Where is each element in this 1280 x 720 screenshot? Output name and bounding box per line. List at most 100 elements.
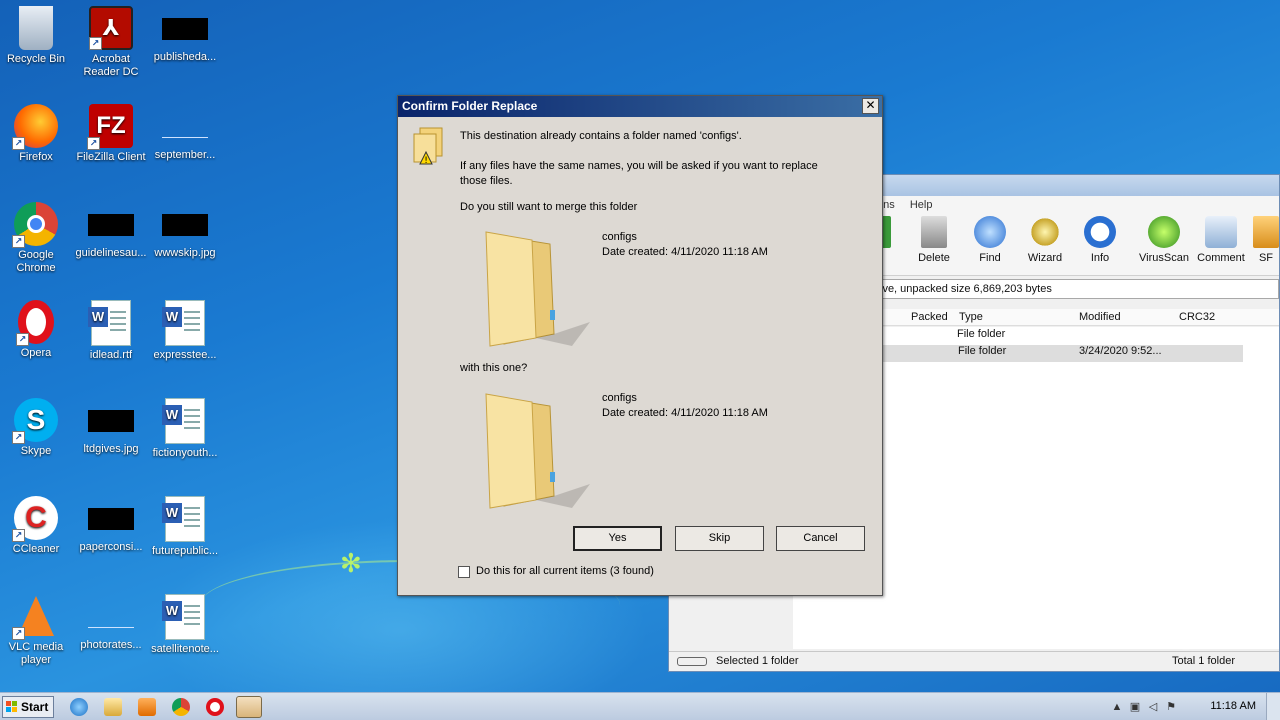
desktop-icon-label: FileZilla Client: [76, 151, 146, 163]
table-row[interactable]: File folder 3/24/2020 9:52...: [881, 345, 1243, 362]
ie-icon[interactable]: [70, 698, 88, 716]
desktop-icon-guidelinesau[interactable]: guidelinesau...: [75, 202, 147, 260]
opera-icon: ↗: [16, 300, 54, 346]
table-row[interactable]: File folder: [957, 328, 1005, 345]
desktop-icon-label: VLC media player: [8, 641, 64, 666]
desktop-icon-vlc[interactable]: ↗ VLC media player: [0, 594, 72, 667]
acrobat-icon: ⅄ ↗: [89, 6, 133, 50]
cancel-button[interactable]: Cancel: [776, 526, 865, 551]
recycle-bin-icon: [19, 6, 53, 50]
toolbar-label: Find: [979, 252, 1001, 264]
desktop-icon-label: idlead.rtf: [89, 349, 133, 361]
desktop-icon-futurepublic[interactable]: W futurepublic...: [149, 496, 221, 558]
virus-icon: [1148, 216, 1180, 248]
blank-file-icon: [88, 606, 134, 628]
system-tray: ▲ ▣ ◁ ⚑ 11:18 AM: [1110, 693, 1280, 720]
desktop-icon-fictionyouth[interactable]: W fictionyouth...: [149, 398, 221, 460]
trash-icon: [921, 216, 947, 248]
toolbar-comment-button[interactable]: Comment: [1194, 216, 1248, 264]
chevron-up-icon[interactable]: ▲: [1110, 700, 1124, 714]
archive-info-text: ive, unpacked size 6,869,203 bytes: [880, 283, 1052, 295]
toolbar-label: Wizard: [1027, 252, 1063, 264]
column-type[interactable]: Type: [959, 311, 983, 323]
desktop-icon-acrobat[interactable]: ⅄ ↗ Acrobat Reader DC: [75, 6, 147, 79]
svg-text:!: !: [424, 156, 428, 166]
desktop-icon-wwwskip[interactable]: wwwskip.jpg: [149, 202, 221, 260]
desktop-icon-label: Recycle Bin: [6, 53, 66, 65]
dialog-question: Do you still want to merge this folder: [460, 201, 638, 213]
toolbar-delete-button[interactable]: Delete: [907, 216, 961, 264]
word-doc-icon: W: [88, 300, 131, 346]
apply-all-label[interactable]: Do this for all current items (3 found): [476, 565, 654, 577]
desktop-icon-ccleaner[interactable]: C ↗ CCleaner: [0, 496, 72, 556]
media-player-icon[interactable]: [138, 698, 156, 716]
toolbar-label: Comment: [1197, 252, 1245, 264]
desktop-icon-skype[interactable]: S ↗ Skype: [0, 398, 72, 458]
magnifier-icon: [974, 216, 1006, 248]
toolbar-info-button[interactable]: Info: [1073, 216, 1127, 264]
network-icon[interactable]: ▣: [1128, 700, 1142, 714]
clock[interactable]: 11:18 AM: [1210, 700, 1256, 712]
desktop-icon-ltdgives[interactable]: ltdgives.jpg: [75, 398, 147, 456]
confirm-folder-replace-dialog: Confirm Folder Replace ✕ ! This destinat…: [397, 95, 883, 596]
chrome-icon: ↗: [12, 202, 58, 248]
desktop-icon-label: guidelinesau...: [75, 247, 147, 259]
volume-icon[interactable]: ◁: [1146, 700, 1160, 714]
yes-button[interactable]: Yes: [573, 526, 662, 551]
desktop-icon-publisheda[interactable]: publisheda...: [149, 6, 221, 64]
status-selected: Selected 1 folder: [716, 655, 799, 667]
toolbar-wizard-button[interactable]: Wizard: [1018, 216, 1072, 264]
shortcut-arrow-icon: ↗: [12, 431, 25, 444]
apply-all-checkbox[interactable]: [458, 566, 470, 578]
folder-warning-icon: !: [413, 127, 443, 166]
toolbar-find-button[interactable]: Find: [963, 216, 1017, 264]
desktop-icon-chrome[interactable]: ↗ Google Chrome: [0, 202, 72, 275]
desktop-icon-september[interactable]: september...: [149, 104, 221, 162]
firefox-icon: ↗: [12, 104, 58, 150]
show-desktop-button[interactable]: [1266, 693, 1280, 720]
desktop-icon-idlead[interactable]: W idlead.rtf: [75, 300, 147, 362]
desktop-icon-label: Opera: [20, 347, 52, 359]
column-modified[interactable]: Modified: [1079, 311, 1121, 323]
desktop-icon-opera[interactable]: ↗ Opera: [0, 300, 72, 360]
toolbar-virusscan-button[interactable]: VirusScan: [1137, 216, 1191, 264]
flag-icon[interactable]: ⚑: [1164, 700, 1178, 714]
toolbar-label: Info: [1090, 252, 1110, 264]
desktop-icon-firefox[interactable]: ↗ Firefox: [0, 104, 72, 164]
start-button[interactable]: Start: [2, 696, 54, 718]
desktop-icon-label: Skype: [20, 445, 52, 457]
redacted-file-icon: [88, 508, 134, 530]
desktop-icon-label: expresstee...: [153, 349, 217, 361]
desktop-icon-filezilla[interactable]: FZ ↗ FileZilla Client: [75, 104, 147, 164]
close-button[interactable]: ✕: [862, 98, 879, 114]
chrome-icon[interactable]: [172, 698, 190, 716]
desktop-icon-expresstee[interactable]: W expresstee...: [149, 300, 221, 362]
column-crc32[interactable]: CRC32: [1179, 311, 1215, 323]
toolbar-sfx-button[interactable]: SF: [1251, 216, 1280, 264]
existing-folder-name: configs: [602, 231, 637, 243]
desktop-icon-paperconsi[interactable]: paperconsi...: [75, 496, 147, 554]
row-modified: 3/24/2020 9:52...: [1079, 345, 1162, 357]
sfx-icon: [1253, 216, 1279, 248]
winrar-icon[interactable]: [236, 696, 262, 718]
existing-folder-date: Date created: 4/11/2020 11:18 AM: [602, 246, 768, 258]
filezilla-icon: FZ ↗: [87, 104, 133, 150]
desktop-icon-satellitenote[interactable]: W satellitenote...: [149, 594, 221, 656]
redacted-file-icon: [162, 18, 208, 40]
opera-icon[interactable]: [206, 698, 224, 716]
windows-logo-icon: [6, 701, 17, 712]
menu-help[interactable]: Help: [910, 199, 933, 211]
desktop-icon-label: satellitenote...: [151, 643, 219, 655]
desktop-icon-photorates[interactable]: photorates...: [75, 594, 147, 652]
incoming-folder-icon: [485, 393, 590, 509]
desktop-icon-recycle-bin[interactable]: Recycle Bin: [0, 6, 72, 66]
column-packed[interactable]: Packed: [911, 311, 948, 323]
desktop-icon-label: Firefox: [19, 151, 53, 163]
skip-button[interactable]: Skip: [675, 526, 764, 551]
redacted-file-icon: [88, 214, 134, 236]
anyrun-watermark: ANY RUN: [1038, 614, 1234, 658]
explorer-icon[interactable]: [104, 698, 122, 716]
dialog-titlebar[interactable]: Confirm Folder Replace: [398, 96, 882, 117]
vlc-icon: ↗: [12, 594, 58, 640]
ccleaner-icon: C ↗: [12, 496, 58, 542]
